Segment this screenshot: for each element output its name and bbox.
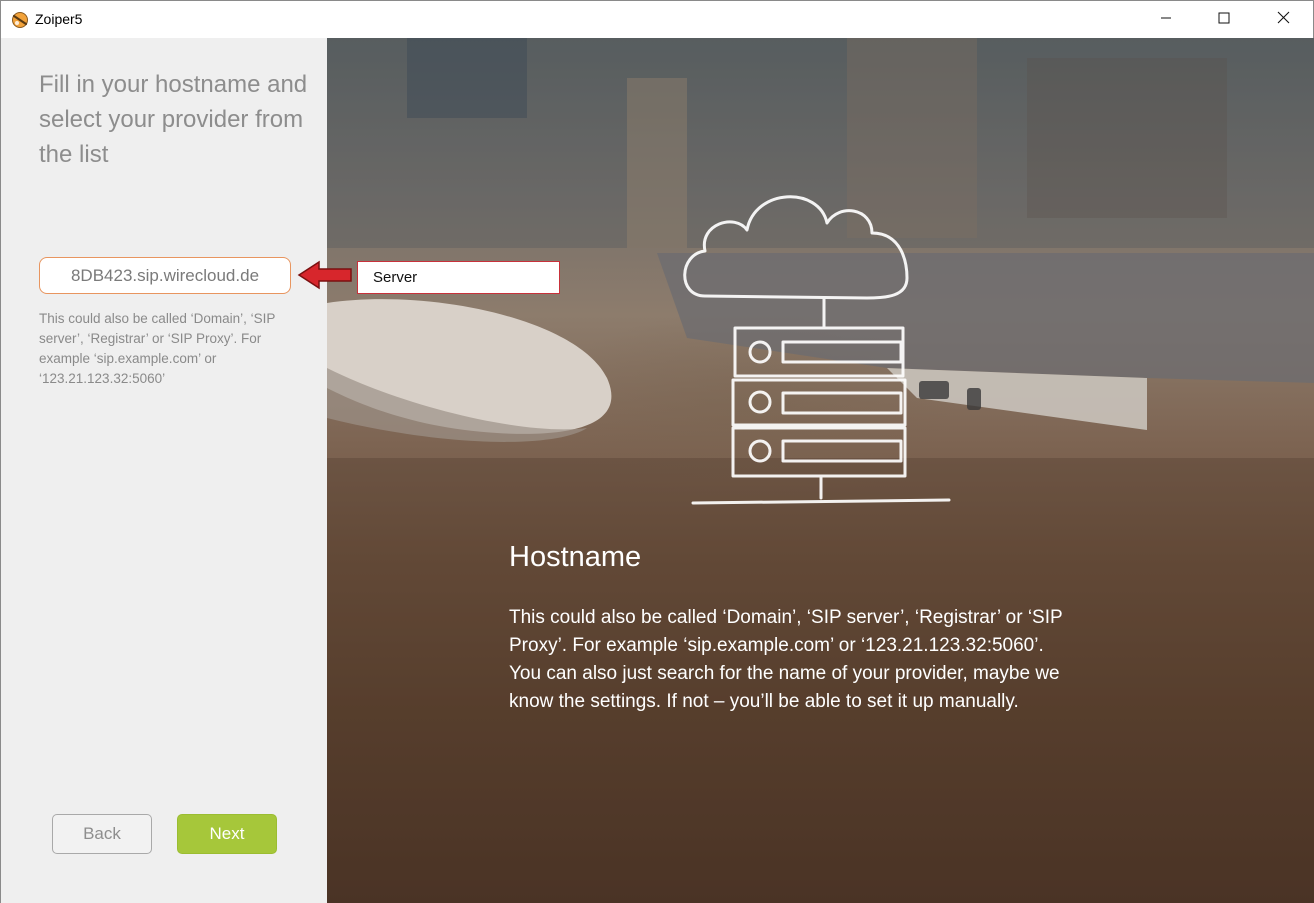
setup-sidebar: Fill in your hostname and select your pr… (1, 38, 327, 903)
annotation-label: Server (357, 261, 560, 294)
zoiper-logo-icon (10, 10, 30, 30)
hostname-hint: This could also be called ‘Domain’, ‘SIP… (39, 311, 276, 386)
hostname-input[interactable] (39, 257, 291, 294)
maximize-button[interactable] (1195, 1, 1253, 38)
maximize-icon (1218, 11, 1230, 29)
title-bar[interactable]: Zoiper5 (1, 1, 1313, 38)
minimize-icon (1160, 11, 1172, 29)
page-heading: Fill in your hostname and select your pr… (39, 71, 308, 168)
info-description: This could also be called ‘Domain’, ‘SIP… (509, 607, 1063, 712)
close-button[interactable] (1254, 1, 1312, 38)
app-window: Zoiper5 Fill in your hostname and select… (0, 0, 1314, 903)
info-panel: Hostname This could also be called ‘Doma… (327, 38, 1314, 903)
next-button[interactable]: Next (177, 814, 277, 854)
back-button[interactable]: Back (52, 814, 152, 854)
close-icon (1277, 11, 1290, 29)
info-title: Hostname (509, 541, 642, 573)
window-title: Zoiper5 (35, 11, 83, 27)
red-arrow-icon (297, 260, 352, 290)
desk-photo-background (327, 38, 1314, 903)
minimize-button[interactable] (1137, 1, 1195, 38)
